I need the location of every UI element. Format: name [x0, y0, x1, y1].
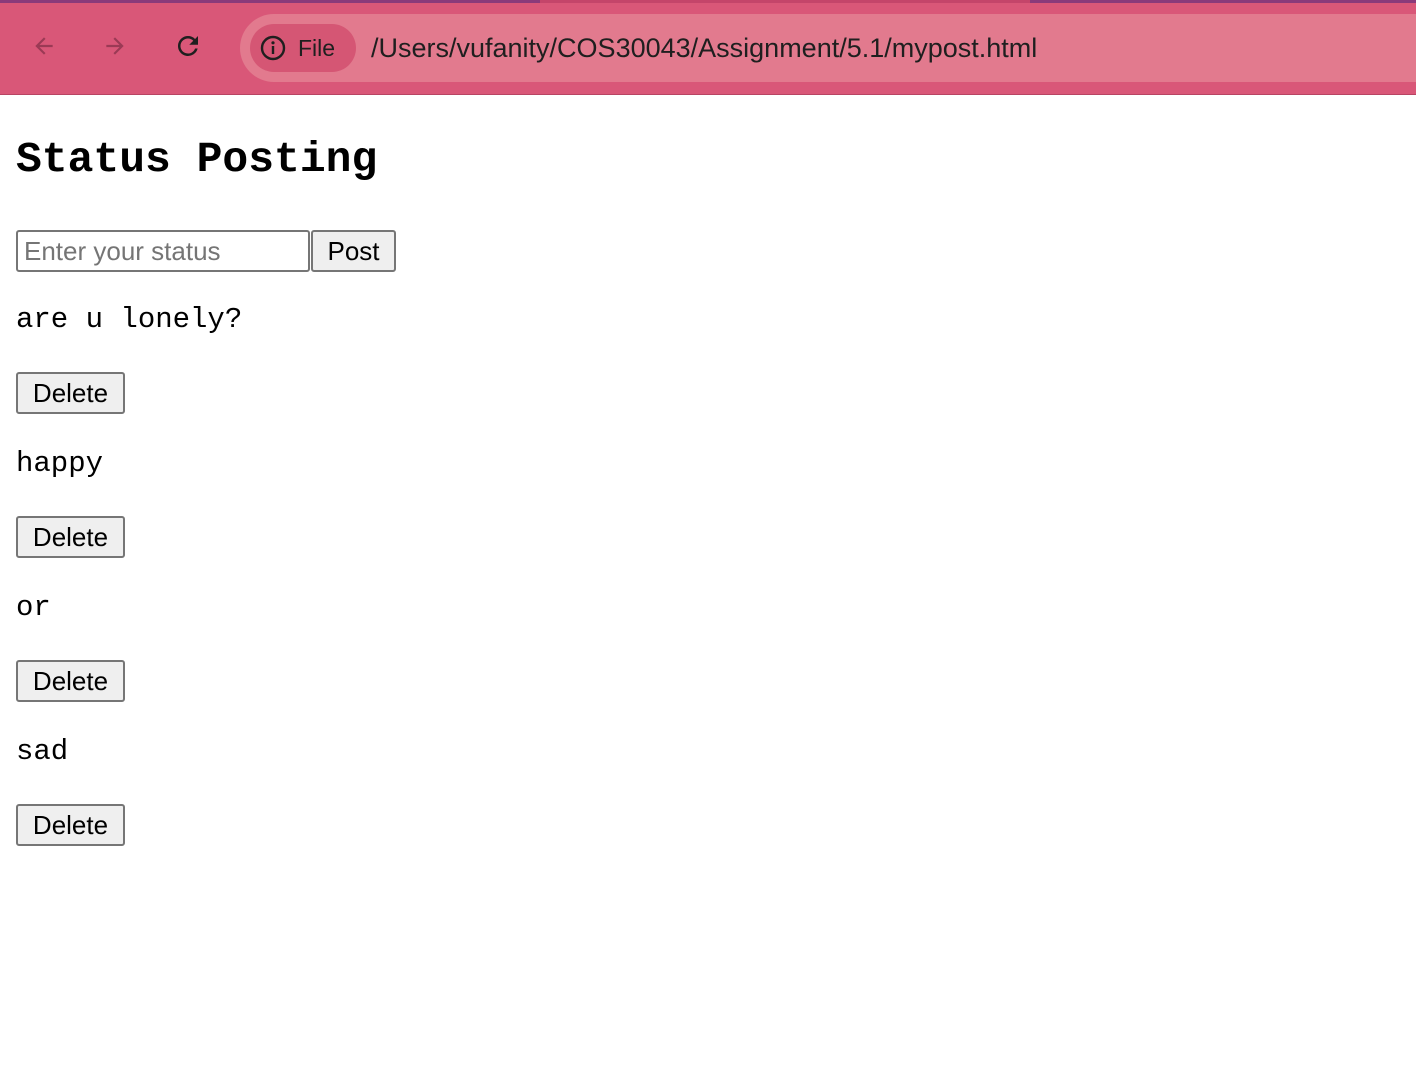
chip-label: File	[298, 34, 336, 61]
site-info-chip[interactable]: File	[250, 24, 356, 72]
browser-toolbar: File /Users/vufanity/COS30043/Assignment…	[0, 0, 1416, 95]
status-item: are u lonely? Delete	[16, 298, 1416, 414]
arrow-left-icon	[35, 37, 53, 55]
forward-button[interactable]	[95, 26, 135, 66]
status-text: or	[16, 591, 51, 624]
back-button[interactable]	[24, 26, 64, 66]
post-button[interactable]: Post	[311, 230, 396, 272]
reload-icon	[177, 35, 198, 56]
delete-button[interactable]: Delete	[16, 516, 125, 558]
post-form: Post	[16, 230, 1416, 272]
delete-button[interactable]: Delete	[16, 804, 125, 846]
url-text[interactable]: /Users/vufanity/COS30043/Assignment/5.1/…	[371, 28, 1037, 68]
delete-button[interactable]: Delete	[16, 372, 125, 414]
status-input[interactable]	[16, 230, 310, 272]
status-text: sad	[16, 735, 69, 768]
status-item: happy Delete	[16, 442, 1416, 558]
arrow-right-icon	[106, 37, 124, 55]
status-item: or Delete	[16, 586, 1416, 702]
reload-button[interactable]	[168, 26, 208, 66]
status-text: are u lonely?	[16, 303, 243, 336]
page-title: Status Posting	[16, 135, 378, 184]
page-content: Status Posting Post are u lonely? Delete…	[0, 95, 1416, 846]
status-item: sad Delete	[16, 730, 1416, 846]
address-bar[interactable]: File /Users/vufanity/COS30043/Assignment…	[240, 14, 1416, 82]
delete-button[interactable]: Delete	[16, 660, 125, 702]
tab-strip-edge	[0, 0, 1416, 3]
info-icon	[260, 35, 286, 61]
status-list: are u lonely? Delete happy Delete or Del…	[16, 298, 1416, 846]
status-text: happy	[16, 447, 104, 480]
